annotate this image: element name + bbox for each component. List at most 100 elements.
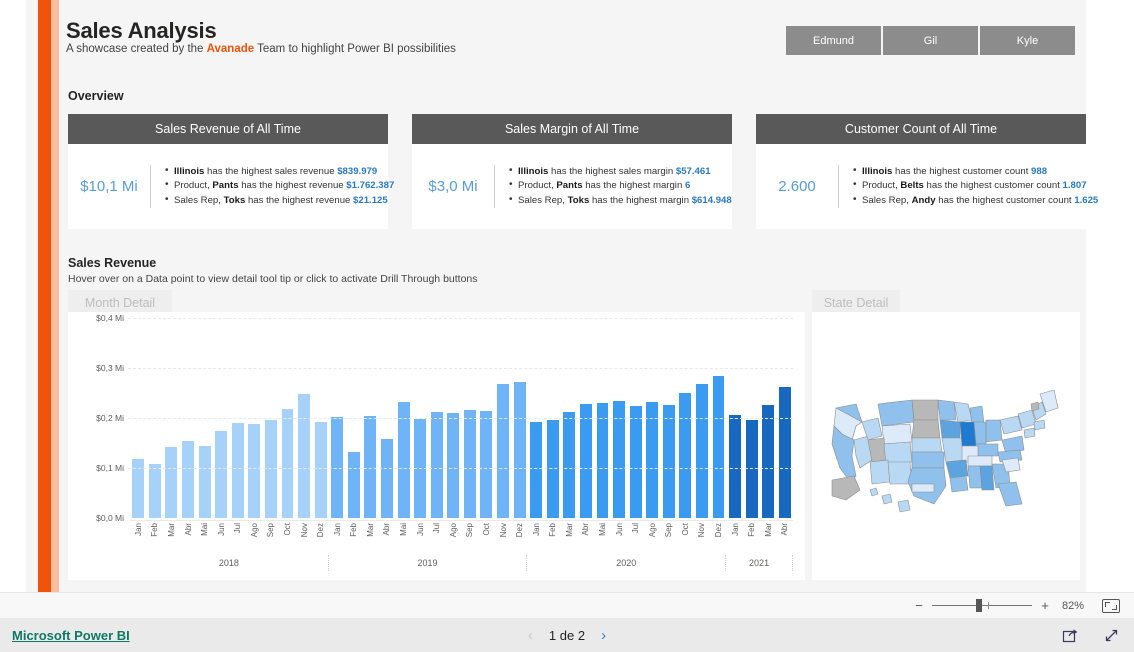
x-axis-tick-label: Ago bbox=[249, 523, 259, 538]
chart-bar[interactable] bbox=[530, 421, 543, 518]
chart-bar[interactable] bbox=[662, 405, 675, 518]
chart-bar[interactable] bbox=[729, 415, 742, 518]
chart-bar[interactable] bbox=[281, 409, 294, 518]
status-bar: Microsoft Power BI ‹ 1 de 2 › bbox=[0, 618, 1134, 652]
nav-button-edmund[interactable]: Edmund bbox=[786, 26, 881, 55]
chart-bar[interactable] bbox=[165, 446, 178, 518]
chart-bar[interactable] bbox=[695, 384, 708, 518]
chart-bar[interactable] bbox=[397, 402, 410, 518]
chart-bar[interactable] bbox=[513, 382, 526, 518]
chart-bar[interactable] bbox=[563, 412, 576, 518]
zoom-out-button[interactable]: − bbox=[912, 598, 926, 613]
nav-button-kyle[interactable]: Kyle bbox=[980, 26, 1075, 55]
kpi-insight-list: Illinois has the highest customer count … bbox=[838, 164, 1099, 209]
chart-bar[interactable] bbox=[679, 392, 692, 518]
bullet-subject: Pants bbox=[212, 180, 239, 192]
x-axis-tick: Jan bbox=[130, 521, 147, 554]
chart-bar[interactable] bbox=[347, 451, 360, 518]
share-icon[interactable] bbox=[1062, 627, 1079, 644]
page-navigation: ‹ 1 de 2 › bbox=[528, 627, 606, 644]
chart-bar[interactable] bbox=[231, 422, 244, 518]
bullet-prefix: Product, bbox=[862, 180, 901, 192]
chart-bar[interactable] bbox=[778, 387, 791, 518]
page-indicator-label: 1 de 2 bbox=[548, 627, 586, 643]
chart-bar[interactable] bbox=[480, 411, 493, 518]
bullet-prefix: Sales Rep, bbox=[862, 194, 912, 206]
chart-bar[interactable] bbox=[629, 406, 642, 518]
kpi-card-customer-count[interactable]: Customer Count of All Time 2.600 Illinoi… bbox=[756, 114, 1098, 229]
chart-bar[interactable] bbox=[314, 422, 327, 518]
x-axis-tick: Ago bbox=[644, 521, 661, 554]
chart-bar[interactable] bbox=[579, 404, 592, 518]
fit-to-page-icon[interactable] bbox=[1102, 598, 1120, 613]
state-iowa bbox=[939, 419, 961, 439]
sales-revenue-state-map[interactable] bbox=[812, 312, 1080, 580]
x-axis-tick-label: Oct bbox=[680, 523, 690, 536]
sales-revenue-bar-chart[interactable]: $0,4 Mi $0,3 Mi $0,2 Mi $0,1 Mi $0,0 Mi Jan F… bbox=[68, 312, 805, 580]
chart-bar[interactable] bbox=[215, 430, 228, 518]
state-oklahoma bbox=[911, 483, 935, 493]
bullet-value: 1.625 bbox=[1074, 194, 1099, 206]
chart-bar[interactable] bbox=[148, 464, 161, 518]
x-axis-tick: Mai bbox=[196, 521, 213, 554]
chart-bar[interactable] bbox=[198, 446, 211, 518]
x-axis-tick: Feb bbox=[544, 521, 561, 554]
x-axis-tick: Jan bbox=[727, 521, 744, 554]
previous-page-icon[interactable]: ‹ bbox=[528, 627, 533, 644]
chart-bar[interactable] bbox=[264, 420, 277, 518]
next-page-icon[interactable]: › bbox=[601, 627, 606, 644]
zoom-in-button[interactable]: + bbox=[1038, 598, 1052, 613]
bullet-value: 988 bbox=[1031, 165, 1048, 177]
overview-section-label: Overview bbox=[68, 89, 124, 103]
chart-bar[interactable] bbox=[463, 410, 476, 518]
kpi-card-title: Sales Revenue of All Time bbox=[68, 114, 388, 144]
state-illinois bbox=[959, 421, 977, 447]
chart-bar[interactable] bbox=[712, 375, 725, 518]
chart-bar[interactable] bbox=[596, 402, 609, 518]
chart-bar[interactable] bbox=[298, 394, 311, 518]
x-axis-tick: Jun bbox=[611, 521, 628, 554]
x-axis-tick: Oct bbox=[478, 521, 495, 554]
zoom-slider-thumb[interactable] bbox=[976, 599, 982, 612]
chart-bar[interactable] bbox=[745, 420, 758, 518]
nav-button-gil[interactable]: Gil bbox=[883, 26, 978, 55]
fullscreen-icon[interactable] bbox=[1103, 627, 1120, 644]
kpi-card-sales-revenue[interactable]: Sales Revenue of All Time $10,1 Mi Illin… bbox=[68, 114, 394, 229]
list-item: Product, Belts has the highest customer … bbox=[853, 178, 1098, 194]
kpi-insight-list: Illinois has the highest sales revenue $… bbox=[150, 164, 394, 209]
bullet-subject: Belts bbox=[900, 180, 924, 192]
state-hawaii-c bbox=[897, 499, 911, 513]
chart-bar[interactable] bbox=[248, 424, 261, 518]
chart-bar[interactable] bbox=[182, 440, 194, 518]
x-axis-tick-label: Feb bbox=[747, 523, 757, 537]
list-item: Illinois has the highest customer count … bbox=[853, 164, 1098, 180]
chart-bar[interactable] bbox=[447, 413, 460, 518]
kpi-card-sales-margin[interactable]: Sales Margin of All Time $3,0 Mi Illinoi… bbox=[412, 114, 732, 229]
x-axis-tick: Feb bbox=[147, 521, 164, 554]
bullet-subject: Illinois bbox=[518, 165, 549, 177]
chart-bar[interactable] bbox=[546, 420, 559, 518]
microsoft-power-bi-link[interactable]: Microsoft Power BI bbox=[12, 628, 130, 643]
sales-revenue-hint: Hover over on a Data point to view detai… bbox=[68, 273, 478, 285]
bullet-prefix: Product, bbox=[518, 180, 557, 192]
state-ohio bbox=[985, 419, 1003, 443]
state-minnesota bbox=[937, 399, 957, 421]
bullet-subject: Toks bbox=[567, 194, 590, 206]
chart-bar[interactable] bbox=[430, 412, 443, 518]
zoom-slider[interactable] bbox=[932, 599, 1032, 612]
chart-bar[interactable] bbox=[762, 405, 775, 518]
kpi-card-row: Sales Revenue of All Time $10,1 Mi Illin… bbox=[68, 114, 1098, 229]
kpi-bullet-list: Illinois has the highest sales margin $5… bbox=[509, 164, 732, 209]
chart-bar[interactable] bbox=[497, 384, 509, 518]
state-missouri bbox=[941, 437, 965, 463]
x-axis-tick: Ago bbox=[445, 521, 462, 554]
bullet-value: $839.979 bbox=[337, 165, 378, 177]
x-axis-tick-label: Oct bbox=[481, 523, 491, 536]
chart-bar[interactable] bbox=[364, 416, 377, 518]
x-axis-tick-label: Jun bbox=[415, 523, 425, 536]
x-axis-tick-label: Mar bbox=[763, 523, 773, 537]
chart-bar[interactable] bbox=[381, 438, 393, 518]
state-florida bbox=[997, 481, 1023, 507]
zoom-toolbar: − + 82% bbox=[0, 592, 1134, 618]
x-axis-tick-label: Abr bbox=[581, 523, 591, 536]
